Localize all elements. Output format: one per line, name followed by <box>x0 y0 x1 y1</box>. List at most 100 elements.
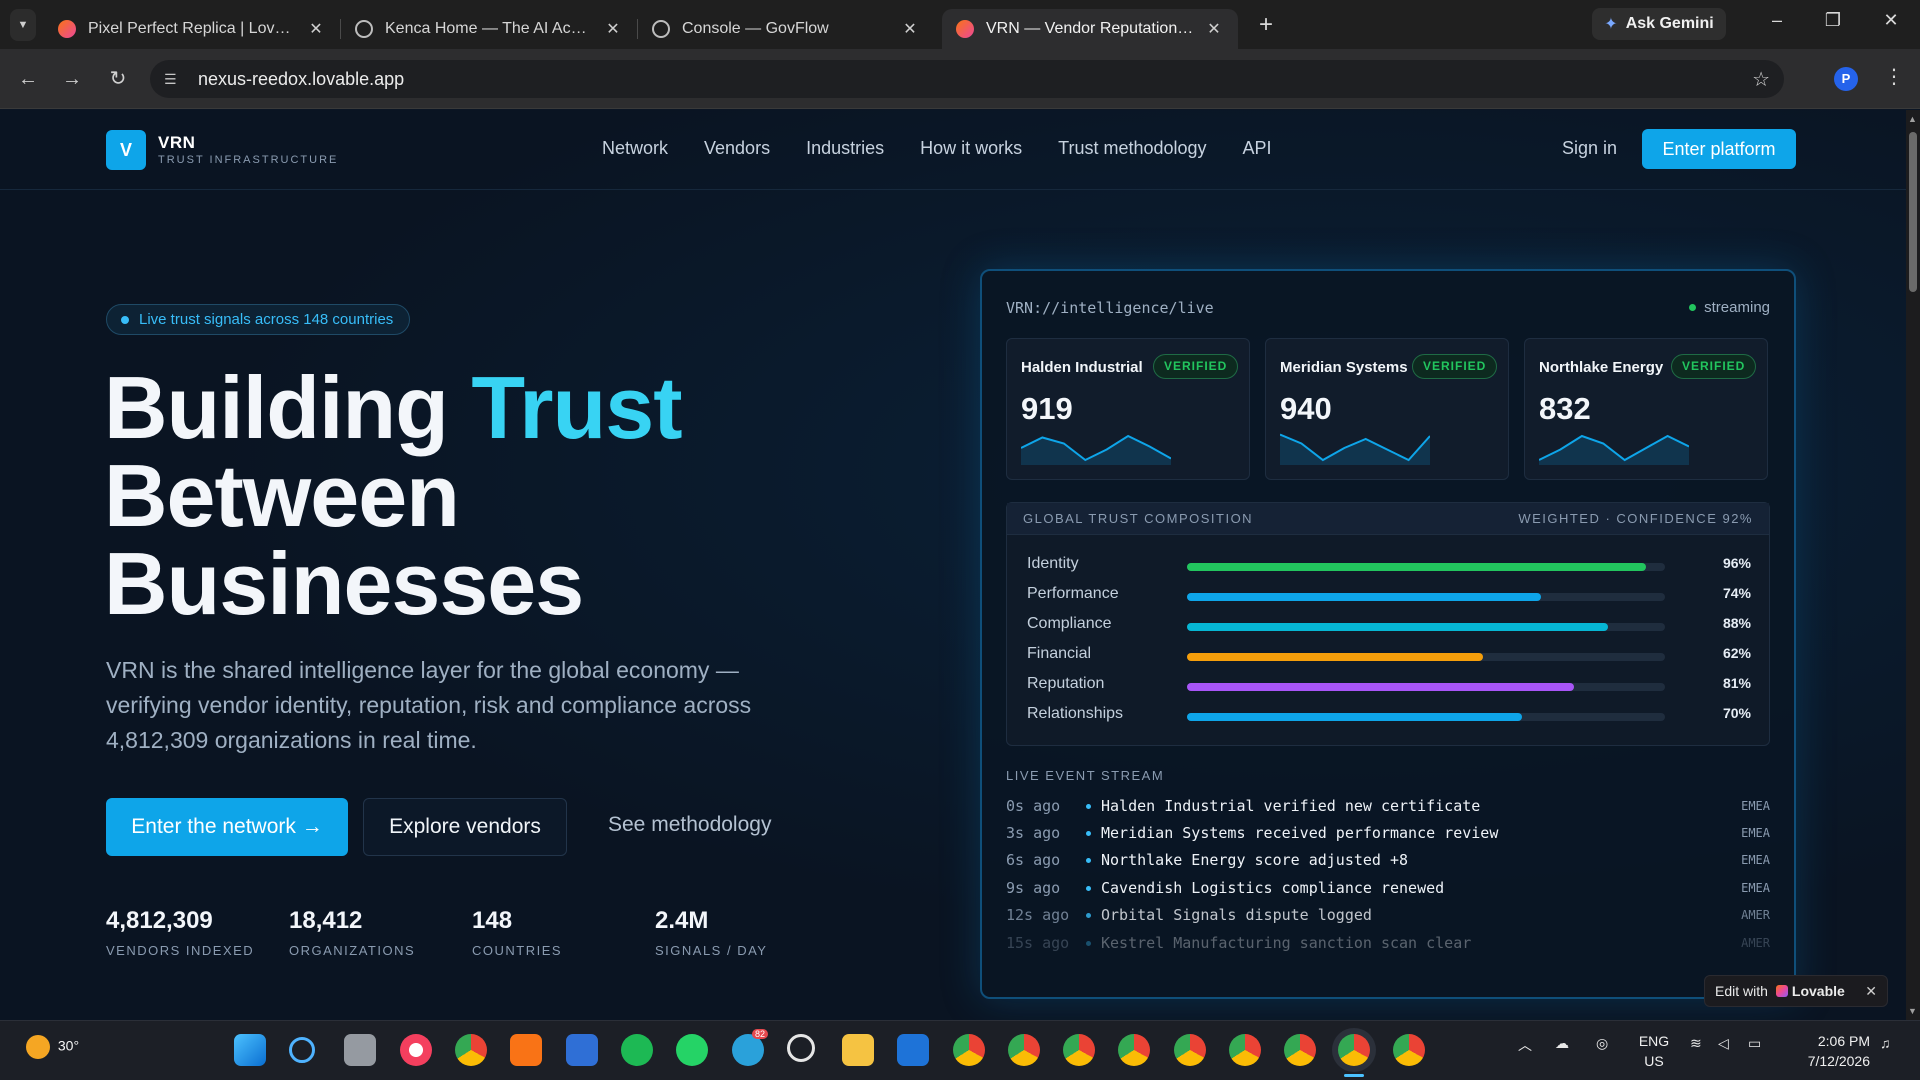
tab-search-chevron-icon[interactable]: ▼ <box>10 8 36 41</box>
chrome-profile-icon[interactable] <box>1174 1034 1206 1066</box>
nav-network[interactable]: Network <box>602 138 668 159</box>
new-tab-plus-icon[interactable]: + <box>1252 11 1280 39</box>
chrome-active-profile-icon[interactable] <box>1338 1034 1370 1066</box>
tab-close-icon[interactable]: ✕ <box>603 19 623 39</box>
enter-platform-button[interactable]: Enter platform <box>1642 129 1796 169</box>
browser-tab[interactable]: Kenca Home — The AI Academy ✕ <box>341 9 637 49</box>
sign-in-link[interactable]: Sign in <box>1562 138 1617 159</box>
event-row[interactable]: 6s ago Northlake Energy score adjusted +… <box>1006 851 1770 873</box>
profile-avatar[interactable]: P <box>1834 67 1858 91</box>
file-explorer-icon[interactable] <box>842 1034 874 1066</box>
back-arrow-icon[interactable]: ← <box>14 65 42 93</box>
vrn-logo-icon[interactable]: V <box>106 130 146 170</box>
search-icon[interactable] <box>289 1037 315 1063</box>
nav-vendors[interactable]: Vendors <box>704 138 770 159</box>
chatgpt-icon[interactable] <box>787 1034 815 1062</box>
chrome-profile-icon[interactable] <box>1008 1034 1040 1066</box>
composition-fill <box>1187 623 1608 631</box>
weather-widget[interactable]: 30° <box>26 1035 79 1059</box>
bookmark-star-icon[interactable]: ☆ <box>1752 67 1770 92</box>
sync-icon[interactable]: ◎ <box>1596 1035 1608 1052</box>
chrome-profile-icon[interactable] <box>1229 1034 1261 1066</box>
event-region: EMEA <box>1741 799 1770 813</box>
badge-close-icon[interactable]: ✕ <box>1865 983 1877 1000</box>
event-row[interactable]: 12s ago Orbital Signals dispute logged AM… <box>1006 906 1770 928</box>
forward-arrow-icon[interactable]: → <box>58 65 86 93</box>
tab-title: Kenca Home — The AI Academy <box>385 20 595 37</box>
event-message: Northlake Energy score adjusted +8 <box>1101 851 1409 869</box>
whatsapp-icon[interactable] <box>676 1034 708 1066</box>
vendor-card-halden[interactable]: Halden Industrial VERIFIED 919 <box>1006 338 1250 480</box>
notifications-bell-icon[interactable]: ♫ <box>1880 1035 1891 1051</box>
vendor-card-meridian[interactable]: Meridian Systems VERIFIED 940 <box>1265 338 1509 480</box>
reload-icon[interactable]: ↻ <box>104 65 132 93</box>
volume-icon[interactable]: ◁ <box>1718 1035 1729 1052</box>
browser-menu-icon[interactable]: ⋮ <box>1884 64 1904 89</box>
show-hidden-icons-chevron-icon[interactable]: ︿ <box>1518 1035 1532 1055</box>
chrome-profile-icon[interactable] <box>1284 1034 1316 1066</box>
event-region: AMER <box>1741 936 1770 950</box>
event-row[interactable]: 0s ago Halden Industrial verified new ce… <box>1006 797 1770 819</box>
nav-industries[interactable]: Industries <box>806 138 884 159</box>
composition-percent: 70% <box>1722 705 1751 721</box>
vendor-card-northlake[interactable]: Northlake Energy VERIFIED 832 <box>1524 338 1768 480</box>
browser-tab[interactable]: Pixel Perfect Replica | Lovable ✕ <box>44 9 340 49</box>
close-window-icon[interactable]: ✕ <box>1876 10 1906 31</box>
spotify-icon[interactable] <box>621 1034 653 1066</box>
battery-icon[interactable]: ▭ <box>1748 1035 1761 1052</box>
logo-name[interactable]: VRN <box>158 133 195 153</box>
event-row[interactable]: 3s ago Meridian Systems received perform… <box>1006 824 1770 846</box>
nav-how-it-works[interactable]: How it works <box>920 138 1022 159</box>
streaming-dot-icon <box>1689 304 1697 311</box>
event-row[interactable]: 9s ago Cavendish Logistics compliance re… <box>1006 879 1770 901</box>
browser-tab[interactable]: Console — GovFlow ✕ <box>638 9 934 49</box>
nav-api[interactable]: API <box>1243 138 1272 159</box>
headline-line-2: Between <box>104 446 460 545</box>
globe-favicon-icon <box>652 20 670 38</box>
vendor-name: Northlake Energy <box>1539 359 1664 376</box>
chrome-profile-icon[interactable] <box>953 1034 985 1066</box>
explore-vendors-button[interactable]: Explore vendors <box>363 798 567 856</box>
chrome-profile-icon[interactable] <box>1393 1034 1425 1066</box>
scroll-up-icon[interactable]: ▲ <box>1908 114 1917 124</box>
start-windows-icon[interactable] <box>234 1034 266 1066</box>
system-clock[interactable]: 2:06 PM 7/12/2026 <box>1790 1031 1870 1071</box>
restore-icon[interactable]: ❐ <box>1818 10 1848 31</box>
task-view-icon[interactable] <box>344 1034 376 1066</box>
chrome-icon[interactable] <box>455 1034 487 1066</box>
see-methodology-link[interactable]: See methodology <box>608 813 771 837</box>
minimize-icon[interactable]: – <box>1762 10 1792 31</box>
address-url[interactable]: nexus-reedox.lovable.app <box>198 69 404 90</box>
edit-with-lovable-badge[interactable]: Edit with Lovable ✕ <box>1704 975 1888 1007</box>
gemini-sparkle-icon: ✦ <box>1604 16 1618 33</box>
nav-trust-methodology[interactable]: Trust methodology <box>1058 138 1206 159</box>
browser-tab-active[interactable]: VRN — Vendor Reputation Network ✕ <box>942 9 1238 49</box>
address-bar[interactable]: ☰ nexus-reedox.lovable.app ☆ <box>150 60 1784 98</box>
scroll-down-icon[interactable]: ▼ <box>1908 1006 1917 1016</box>
app-3-icon[interactable] <box>897 1034 929 1066</box>
stat-label: COUNTRIES <box>472 943 563 958</box>
media-player-icon[interactable] <box>510 1034 542 1066</box>
composition-title: GLOBAL TRUST COMPOSITION <box>1023 511 1254 526</box>
score-sparkline <box>1021 434 1171 465</box>
tab-close-icon[interactable]: ✕ <box>306 19 326 39</box>
chrome-profile-icon[interactable] <box>1118 1034 1150 1066</box>
itunes-icon[interactable] <box>400 1034 432 1066</box>
app-icon[interactable] <box>566 1034 598 1066</box>
tab-title: VRN — Vendor Reputation Network <box>986 20 1196 37</box>
page-scrollbar[interactable]: ▲ ▼ <box>1906 110 1920 1020</box>
ask-gemini-button[interactable]: ✦ Ask Gemini <box>1592 8 1726 40</box>
site-info-icon[interactable]: ☰ <box>164 71 186 88</box>
headline-line-1: Building <box>104 358 472 457</box>
input-language[interactable]: ENG US <box>1634 1031 1674 1071</box>
scrollbar-thumb[interactable] <box>1909 132 1917 292</box>
composition-label: Performance <box>1027 585 1119 602</box>
chrome-profile-icon[interactable] <box>1063 1034 1095 1066</box>
cloud-offline-icon[interactable]: ☁ <box>1555 1035 1569 1052</box>
wifi-icon[interactable]: ≋ <box>1690 1035 1702 1052</box>
event-row[interactable]: 15s ago Kestrel Manufacturing sanction s… <box>1006 934 1770 956</box>
enter-network-button[interactable]: Enter the network → <box>106 798 348 856</box>
composition-track <box>1187 713 1665 721</box>
tab-close-icon[interactable]: ✕ <box>900 19 920 39</box>
tab-close-icon[interactable]: ✕ <box>1204 19 1224 39</box>
